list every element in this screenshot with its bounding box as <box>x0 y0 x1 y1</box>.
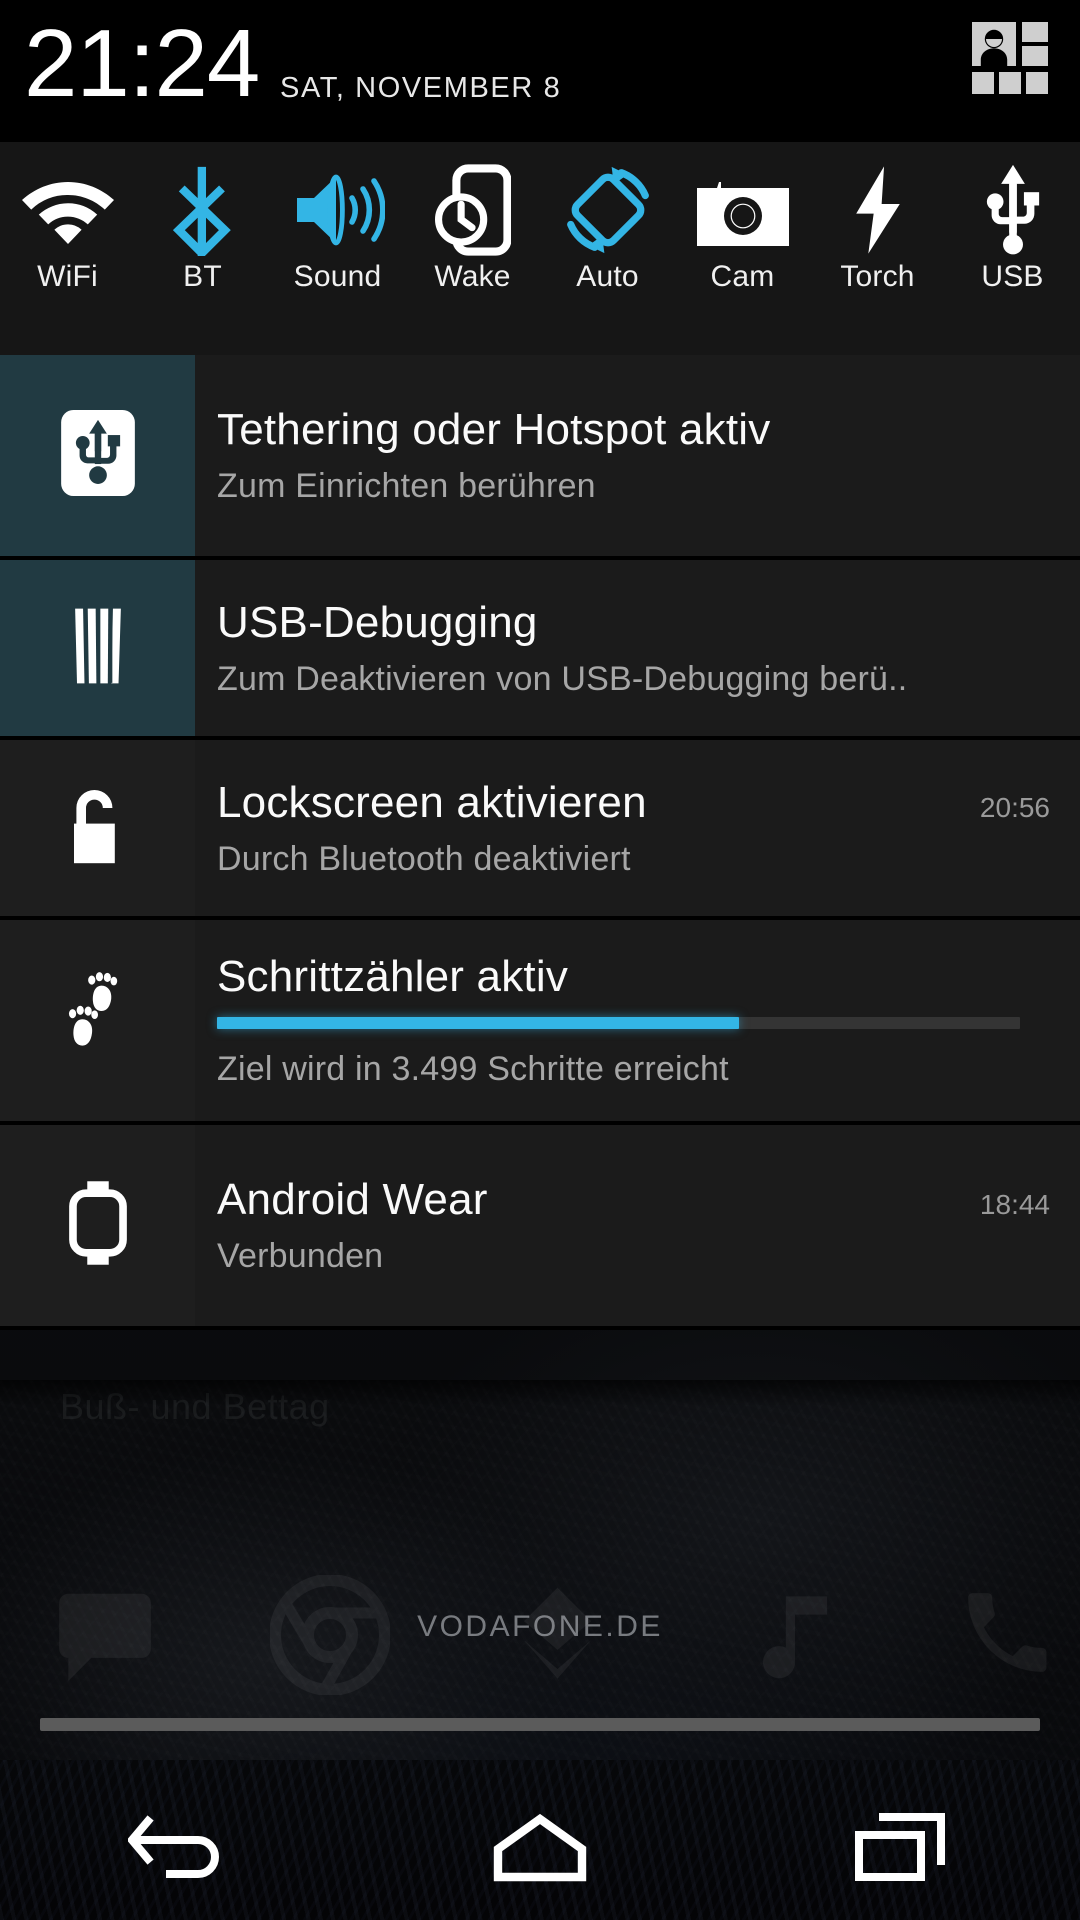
qs-tile-cam[interactable]: Cam <box>675 142 810 355</box>
qs-tile-wifi[interactable]: WiFi <box>0 142 135 355</box>
notification-body: Android Wear 18:44 Verbunden <box>195 1125 1080 1326</box>
carrier-label: VODAFONE.DE <box>417 1610 663 1643</box>
notification-subtitle: Verbunden <box>217 1237 384 1276</box>
qs-label-wake: Wake <box>434 260 511 293</box>
qs-label-torch: Torch <box>840 260 915 293</box>
phone-clock-icon <box>434 164 511 256</box>
status-header: 21:24 SAT, NOVEMBER 8 <box>0 0 1080 140</box>
notification-title: Schrittzähler aktiv <box>217 952 569 1002</box>
home-button[interactable] <box>440 1780 640 1920</box>
clock: 21:24 <box>24 10 260 117</box>
shade-drag-handle[interactable] <box>40 1718 1040 1731</box>
usb-icon <box>975 164 1051 256</box>
notification-icon-column <box>0 920 195 1121</box>
notification-timestamp: 20:56 <box>979 791 1050 823</box>
bluetooth-icon <box>170 164 236 256</box>
home-icon <box>492 1813 588 1888</box>
qs-label-sound: Sound <box>293 260 382 293</box>
notification-title: Android Wear <box>217 1175 488 1225</box>
step-progress-bar <box>217 1017 1020 1030</box>
speaker-icon <box>291 164 385 256</box>
wifi-icon <box>21 164 114 256</box>
qs-tile-bt[interactable]: BT <box>135 142 270 355</box>
qs-tile-wake[interactable]: Wake <box>405 142 540 355</box>
recents-button[interactable] <box>800 1780 1000 1920</box>
quick-settings-row: WiFi BT Sound Wake Auto Cam Torch USB <box>0 140 1080 355</box>
smartwatch-icon <box>67 1179 129 1272</box>
usb-debugging-icon <box>70 604 126 693</box>
qs-tile-usb[interactable]: USB <box>945 142 1080 355</box>
notification-title: USB-Debugging <box>217 597 538 647</box>
notification-subtitle: Zum Deaktivieren von USB-Debugging berü.… <box>217 659 908 698</box>
recents-icon <box>855 1812 945 1888</box>
notification-lockscreen[interactable]: Lockscreen aktivieren 20:56 Durch Blueto… <box>0 740 1080 920</box>
notification-list: Tethering oder Hotspot aktiv Zum Einrich… <box>0 355 1080 1330</box>
notification-step-counter[interactable]: Schrittzähler aktiv Ziel wird in 3.499 S… <box>0 920 1080 1125</box>
back-button[interactable] <box>80 1780 280 1920</box>
notification-body: Tethering oder Hotspot aktiv Zum Einrich… <box>195 355 1080 556</box>
back-icon <box>126 1813 232 1888</box>
notification-icon-column <box>0 1125 195 1326</box>
notification-tethering[interactable]: Tethering oder Hotspot aktiv Zum Einrich… <box>0 355 1080 560</box>
qs-tile-auto[interactable]: Auto <box>540 142 675 355</box>
qs-label-cam: Cam <box>710 260 775 293</box>
multi-user-grid-icon[interactable] <box>972 22 1048 103</box>
usb-tethering-icon <box>60 410 135 501</box>
notification-icon-column <box>0 560 195 736</box>
notification-subtitle: Zum Einrichten berühren <box>217 467 596 506</box>
qs-label-wifi: WiFi <box>37 260 98 293</box>
open-padlock-icon <box>64 784 132 873</box>
step-progress-fill <box>217 1017 739 1030</box>
qs-label-auto: Auto <box>576 260 639 293</box>
notification-timestamp: 18:44 <box>979 1189 1050 1221</box>
notification-icon-column <box>0 740 195 916</box>
notification-usb-debugging[interactable]: USB-Debugging Zum Deaktivieren von USB-D… <box>0 560 1080 740</box>
qs-tile-sound[interactable]: Sound <box>270 142 405 355</box>
notification-body: Lockscreen aktivieren 20:56 Durch Blueto… <box>195 740 1080 916</box>
qs-label-bt: BT <box>183 260 222 293</box>
qs-tile-torch[interactable]: Torch <box>810 142 945 355</box>
notification-body: Schrittzähler aktiv Ziel wird in 3.499 S… <box>195 920 1080 1121</box>
camera-icon <box>696 164 789 256</box>
qs-label-usb: USB <box>981 260 1044 293</box>
flash-icon <box>850 164 906 256</box>
notification-subtitle: Durch Bluetooth deaktiviert <box>217 839 631 878</box>
notification-icon-column <box>0 355 195 556</box>
navigation-bar <box>0 1780 1080 1920</box>
calendar-widget-ghost: Buß- und Bettag <box>60 1386 330 1427</box>
date-label: SAT, NOVEMBER 8 <box>280 72 562 104</box>
notification-body: USB-Debugging Zum Deaktivieren von USB-D… <box>195 560 1080 736</box>
auto-rotate-icon <box>562 164 654 256</box>
notification-title: Lockscreen aktivieren <box>217 777 647 827</box>
android-notification-shade: Buß- und Bettag VODAFONE.DE 21:24 SAT, N… <box>0 0 1080 1920</box>
notification-subtitle: Ziel wird in 3.499 Schritte erreicht <box>217 1050 729 1089</box>
footsteps-icon <box>62 972 134 1069</box>
notification-android-wear[interactable]: Android Wear 18:44 Verbunden <box>0 1125 1080 1330</box>
notification-title: Tethering oder Hotspot aktiv <box>217 405 771 455</box>
